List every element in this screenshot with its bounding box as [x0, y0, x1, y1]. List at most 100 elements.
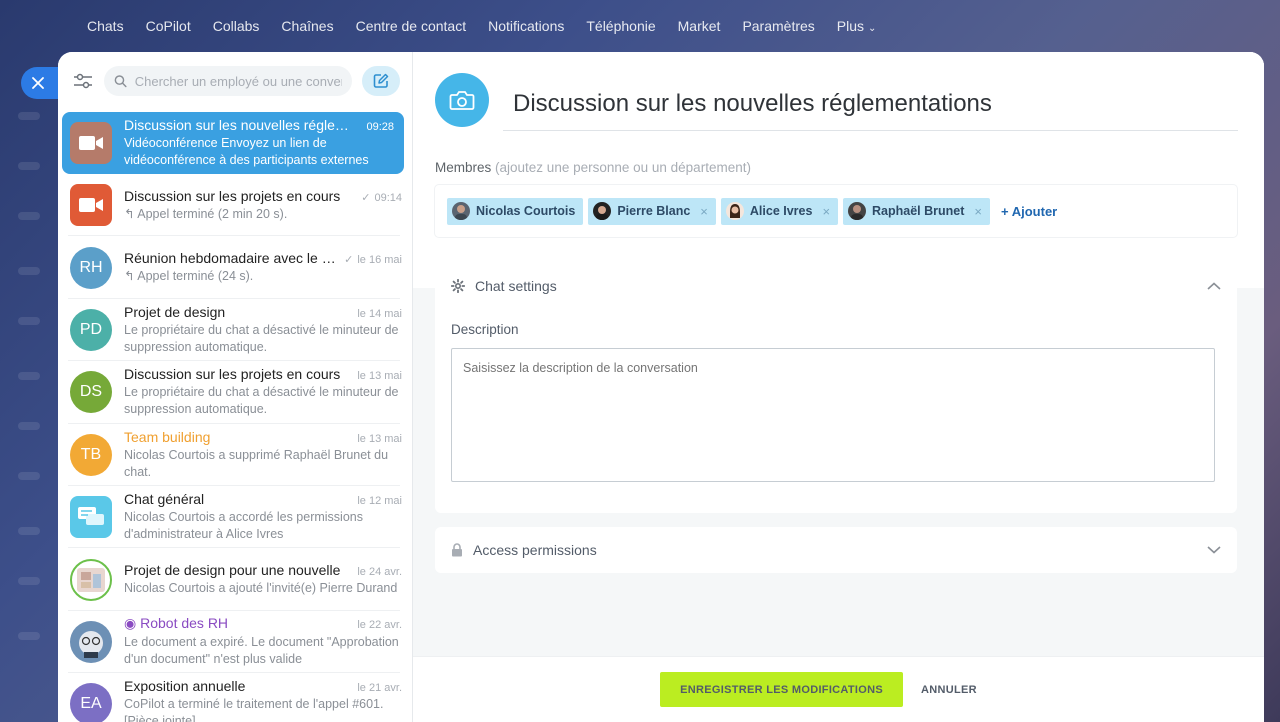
chat-title: Discussion sur les nouvelles réglementat…	[513, 89, 992, 117]
chat-header: Discussion sur les nouvelles réglementat…	[413, 52, 1264, 148]
sidebar-header	[58, 52, 412, 110]
avatar: PD	[70, 308, 112, 351]
chat-item[interactable]: DS Discussion sur les projets en cours l…	[58, 361, 412, 424]
remove-member-icon[interactable]: ×	[974, 204, 982, 219]
chat-list: Discussion sur les nouvelles réglementat…	[58, 110, 412, 722]
avatar-initials: EA	[80, 695, 102, 713]
avatar-initials: DS	[79, 383, 103, 401]
ghost-item	[18, 577, 40, 585]
chevron-up-icon	[1207, 282, 1221, 290]
add-member-link[interactable]: + Ajouter	[1001, 204, 1057, 219]
filter-icon[interactable]	[72, 70, 94, 92]
chat-item[interactable]: Chat général le 12 mai Nicolas Courtois …	[58, 486, 412, 549]
chat-body: Projet de design pour une nouvelle le 24…	[124, 562, 402, 597]
chat-preview: Le document a expiré. Le document "Appro…	[124, 635, 399, 667]
bot-icon: ◉	[124, 615, 141, 632]
description-textarea[interactable]	[451, 348, 1215, 482]
member-tag[interactable]: Pierre Blanc ×	[588, 197, 716, 225]
chat-item[interactable]: PD Projet de design le 14 mai Le proprié…	[58, 299, 412, 362]
ghost-item	[18, 317, 40, 325]
ghost-item	[18, 212, 40, 220]
access-permissions-card: Access permissions	[435, 527, 1237, 573]
member-tag[interactable]: Raphaël Brunet ×	[843, 197, 991, 225]
member-tag[interactable]: Alice Ivres ×	[720, 197, 839, 225]
members-label: Membres	[435, 160, 492, 175]
chat-item[interactable]: TB Team building le 13 mai Nicolas Court…	[58, 424, 412, 486]
chat-name: Réunion hebdomadaire avec le service	[124, 250, 338, 267]
avatar: TB	[70, 433, 112, 476]
chat-title-field[interactable]: Discussion sur les nouvelles réglementat…	[503, 90, 1238, 131]
nav-contact-center[interactable]: Centre de contact	[345, 0, 478, 52]
chat-name: Chat général	[124, 491, 205, 508]
member-name: Alice Ivres	[749, 204, 813, 218]
chat-preview: Nicolas Courtois a accordé les permissio…	[124, 510, 363, 542]
chat-item[interactable]: EA Exposition annuelle le 21 avr. CoPilo…	[58, 673, 412, 722]
members-label-wrap: Membres (ajoutez une personne ou un dépa…	[435, 160, 1237, 175]
chat-preview: Le propriétaire du chat a désactivé le m…	[124, 385, 399, 417]
nav-more[interactable]: Plus ⌄	[826, 0, 888, 52]
nav-collabs[interactable]: Collabs	[202, 0, 271, 52]
ghost-item	[18, 632, 40, 640]
avatar: EA	[70, 683, 112, 722]
chat-preview: Nicolas Courtois a supprimé Raphaël Brun…	[124, 447, 389, 479]
access-permissions-toggle[interactable]: Access permissions	[435, 527, 1237, 573]
chat-body: Chat général le 12 mai Nicolas Courtois …	[124, 491, 402, 543]
search-box	[104, 66, 352, 96]
chat-item[interactable]: Projet de design pour une nouvelle le 24…	[58, 548, 412, 611]
chat-top: Discussion sur les nouvelles réglementat…	[124, 117, 394, 133]
chat-name: Projet de design	[124, 303, 226, 320]
chat-top: Exposition annuelle le 21 avr.	[124, 678, 402, 694]
general-chat-avatar	[70, 496, 112, 539]
remove-member-icon[interactable]: ×	[700, 204, 708, 219]
upload-avatar-button[interactable]	[435, 73, 489, 127]
chat-time: le 22 avr.	[357, 619, 402, 632]
search-input[interactable]	[134, 73, 342, 89]
close-icon	[32, 77, 44, 89]
video-conference-avatar	[70, 122, 112, 164]
chat-time: le 14 mai	[357, 307, 402, 320]
chat-item[interactable]: ◉ Robot des RH le 22 avr. Le document a …	[58, 611, 412, 674]
chat-settings-toggle[interactable]: Chat settings	[435, 263, 1237, 309]
chat-item-active[interactable]: Discussion sur les nouvelles réglementat…	[62, 112, 404, 174]
nav-copilot[interactable]: CoPilot	[135, 0, 202, 52]
search-icon	[114, 75, 127, 88]
chat-name: Team building	[124, 428, 211, 445]
ghost-item	[18, 112, 40, 120]
nav-chats[interactable]: Chats	[76, 0, 135, 52]
chat-preview: ↰ Appel terminé (24 s).	[124, 269, 254, 284]
members-hint: (ajoutez une personne ou un département)	[495, 160, 751, 175]
compose-icon	[373, 73, 389, 88]
access-label-wrap: Access permissions	[451, 542, 597, 558]
chat-preview: Nicolas Courtois a ajouté l'invité(e) Pi…	[124, 581, 398, 596]
chat-item[interactable]: Discussion sur les projets en cours ✓ 09:…	[58, 174, 412, 237]
member-tag[interactable]: Nicolas Courtois	[447, 197, 584, 225]
chat-body: Discussion sur les projets en cours le 1…	[124, 366, 402, 418]
chat-item[interactable]: RH Réunion hebdomadaire avec le service …	[58, 236, 412, 299]
chat-name: Discussion sur les nouvelles réglementat…	[124, 117, 349, 133]
nav-market[interactable]: Market	[667, 0, 732, 52]
chat-top: Team building le 13 mai	[124, 429, 402, 445]
chat-body: Discussion sur les projets en cours ✓ 09:…	[124, 188, 402, 223]
new-chat-button[interactable]	[362, 66, 400, 96]
check-icon: ✓	[361, 191, 371, 204]
avatar-initials: PD	[79, 320, 103, 338]
nav-settings[interactable]: Paramètres	[731, 0, 825, 52]
chat-settings-panel: Discussion sur les nouvelles réglementat…	[413, 52, 1264, 722]
nav-telephony[interactable]: Téléphonie	[575, 0, 666, 52]
chat-preview: CoPilot a terminé le traitement de l'app…	[124, 697, 384, 722]
chat-time: le 12 mai	[357, 495, 402, 508]
video-conference-avatar	[70, 184, 112, 227]
chat-preview: Vidéoconférence Envoyez un lien de vidéo…	[124, 136, 369, 167]
remove-member-icon[interactable]: ×	[822, 204, 830, 219]
chat-time: le 13 mai	[357, 432, 402, 445]
cancel-button[interactable]: ANNULER	[921, 684, 977, 696]
ghost-item	[18, 267, 40, 275]
save-button[interactable]: ENREGISTRER LES MODIFICATIONS	[660, 672, 903, 707]
avatar-initials: RH	[79, 258, 103, 276]
nav-notifications[interactable]: Notifications	[477, 0, 575, 52]
chat-name: Projet de design pour une nouvelle	[124, 562, 341, 579]
chat-settings-label-wrap: Chat settings	[451, 278, 557, 294]
nav-channels[interactable]: Chaînes	[270, 0, 344, 52]
avatar: RH	[70, 246, 112, 289]
member-name: Nicolas Courtois	[476, 204, 576, 218]
